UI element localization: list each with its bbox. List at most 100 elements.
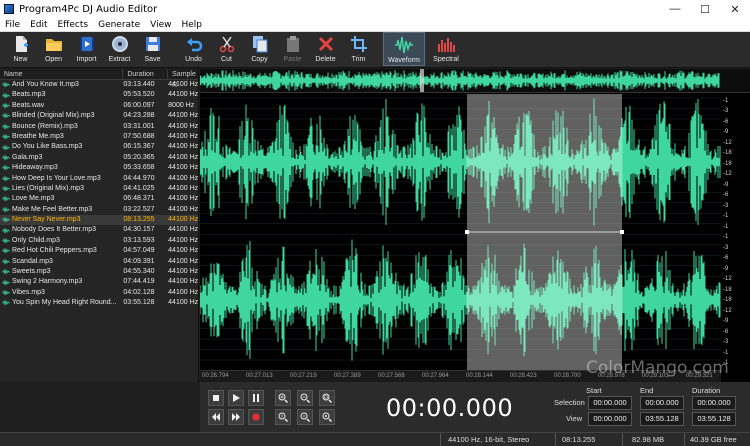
scale-tick-label: -9 xyxy=(723,318,729,325)
file-name-cell: Love Me.mp3 xyxy=(0,194,123,204)
zoom-selection-button[interactable] xyxy=(319,409,335,425)
file-name-cell: Breathe Me.mp3 xyxy=(0,132,123,142)
file-row[interactable]: You Spin My Head Right Round... 03:55.128… xyxy=(0,298,198,308)
file-duration-cell: 04:44.970 xyxy=(123,174,155,182)
stop-button[interactable] xyxy=(208,390,224,406)
waveform-view[interactable]: -1 -3 -6 -9 -12 -18 -18 -12 -9 -6 -3 -1 -1 -1 -3 -6 -9 -1… xyxy=(200,69,750,382)
zoom-in-horizontal-button[interactable] xyxy=(275,390,291,406)
menu-help[interactable]: Help xyxy=(177,20,208,30)
file-row[interactable]: Never Say Never.mp3 08:13.255 44100 Hz xyxy=(0,215,198,226)
file-row[interactable]: Do You Like Bass.mp3 06:15.367 44100 Hz xyxy=(0,142,198,152)
scale-tick-label: -6 xyxy=(723,118,729,125)
view-start-field[interactable]: 00:00.000 xyxy=(588,412,632,426)
extract-button[interactable]: Extract xyxy=(103,32,136,66)
column-name-header[interactable]: Name xyxy=(0,69,124,79)
zoom-in-vertical-button[interactable] xyxy=(275,409,291,425)
import-button[interactable]: Import xyxy=(70,32,103,66)
waveform-view-button[interactable]: Waveform xyxy=(383,32,425,66)
file-row[interactable]: Vibes.mp3 04:02.128 44100 Hz xyxy=(0,288,198,298)
overview-waveform[interactable] xyxy=(200,69,750,93)
file-duration-cell: 05:20.365 xyxy=(123,153,155,161)
main-waveform[interactable] xyxy=(200,94,721,370)
file-duration-cell: 04:02.128 xyxy=(123,288,155,296)
file-row[interactable]: Bounce (Remix).mp3 03:31.001 44100 Hz xyxy=(0,122,198,132)
rewind-button[interactable] xyxy=(208,409,224,425)
zoom-out-vertical-button[interactable] xyxy=(297,409,313,425)
duration-column-label: Duration xyxy=(692,386,721,395)
close-button[interactable]: ✕ xyxy=(720,0,750,18)
zoom-out-horizontal-button[interactable] xyxy=(297,390,313,406)
view-duration-field[interactable]: 03:55.128 xyxy=(692,412,736,426)
delete-button[interactable]: Delete xyxy=(309,32,342,66)
column-duration-header[interactable]: Duration xyxy=(123,69,169,79)
open-button[interactable]: Open xyxy=(37,32,70,66)
audio-file-icon xyxy=(2,217,10,223)
file-row[interactable]: Hideaway.mp3 05:33.658 44100 Hz xyxy=(0,163,198,173)
file-size-status: 82.98 MB xyxy=(632,435,665,444)
record-button[interactable] xyxy=(248,409,264,425)
selection-end-field[interactable]: 00:00.000 xyxy=(640,396,684,410)
maximize-button[interactable]: ☐ xyxy=(690,0,720,18)
save-button[interactable]: Save xyxy=(136,32,169,66)
menu-generate[interactable]: Generate xyxy=(93,20,145,30)
file-row[interactable]: Blinded (Original Mix).mp3 04:23.288 44100… xyxy=(0,111,198,121)
spectral-view-button[interactable]: Spectral xyxy=(425,32,467,66)
audio-file-icon xyxy=(2,238,10,244)
file-row[interactable]: Sweets.mp3 04:55.340 44100 Hz xyxy=(0,267,198,277)
menu-view[interactable]: View xyxy=(145,20,176,30)
time-ruler[interactable]: 00:26.794 00:27.013 00:27.219 00:27.389 00:2… xyxy=(200,370,721,382)
play-button[interactable] xyxy=(228,390,244,406)
zoom-fit-icon xyxy=(322,393,332,403)
copy-button[interactable]: Copy xyxy=(243,32,276,66)
file-duration-cell: 06:15.367 xyxy=(123,143,155,151)
file-row[interactable]: Gala.mp3 05:20.365 44100 Hz xyxy=(0,153,198,163)
selection-duration-field[interactable]: 00:00.000 xyxy=(692,396,736,410)
cut-button[interactable]: Cut xyxy=(210,32,243,66)
file-sample-rate-cell: 44100 Hz xyxy=(168,247,198,255)
menu-file[interactable]: File xyxy=(0,20,25,30)
new-button[interactable]: New xyxy=(4,32,37,66)
file-duration-cell: 04:23.288 xyxy=(123,112,155,120)
file-row[interactable]: How Deep Is Your Love.mp3 04:44.970 44100 … xyxy=(0,174,198,184)
scale-tick-label: -1 xyxy=(723,234,729,241)
file-row[interactable]: Breathe Me.mp3 07:50.688 44100 Hz xyxy=(0,132,198,142)
menu-edit[interactable]: Edit xyxy=(25,20,52,30)
file-sample-rate-cell: 44100 Hz xyxy=(168,195,198,203)
minimize-button[interactable]: — xyxy=(660,0,690,18)
zoom-in-vertical-icon xyxy=(278,412,288,422)
file-row[interactable]: Nobody Does It Better.mp3 04:30.157 44100 … xyxy=(0,225,198,235)
file-duration-cell: 03:13.440 xyxy=(123,81,155,88)
selection-start-field[interactable]: 00:00.000 xyxy=(588,396,632,410)
file-row[interactable]: Scandal.mp3 04:09.391 44100 Hz xyxy=(0,257,198,267)
zoom-full-button[interactable] xyxy=(319,390,335,406)
file-name-cell: Sweets.mp3 xyxy=(0,267,123,277)
file-row[interactable]: And You Know It.mp3 03:13.440 44100 Hz xyxy=(0,80,198,90)
file-row[interactable]: Red Hot Chili Peppers.mp3 04:57.049 44100 … xyxy=(0,246,198,256)
scale-tick-label: -9 xyxy=(723,129,729,136)
trim-button[interactable]: Trim xyxy=(342,32,375,66)
undo-button[interactable]: Undo xyxy=(177,32,210,66)
zoom-selection-icon xyxy=(322,412,332,422)
menu-effects[interactable]: Effects xyxy=(53,20,94,30)
file-list-panel: Name Duration Sample R And You Know It.m… xyxy=(0,69,199,382)
scale-tick-label: -3 xyxy=(723,244,729,251)
view-end-field[interactable]: 03:55.128 xyxy=(640,412,684,426)
fast-forward-button[interactable] xyxy=(228,409,244,425)
scale-tick-label: -12 xyxy=(723,307,732,314)
file-row[interactable]: Beats.mp3 05:53.520 44100 Hz xyxy=(0,90,198,100)
column-sample-rate-header[interactable]: Sample R xyxy=(168,69,198,89)
pause-button[interactable] xyxy=(248,390,264,406)
file-row[interactable]: Make Me Feel Better.mp3 03:22.527 44100 Hz xyxy=(0,205,198,215)
file-sample-rate-cell: 44100 Hz xyxy=(168,268,198,276)
scale-tick-label: -3 xyxy=(723,202,729,209)
file-row[interactable]: Love Me.mp3 06:48.371 44100 Hz xyxy=(0,194,198,204)
scale-tick-label: -1 xyxy=(723,213,729,220)
file-duration-cell: 04:55.340 xyxy=(123,268,155,276)
file-row[interactable]: Lies (Original Mix).mp3 04:41.025 44100 Hz xyxy=(0,184,198,194)
paste-button[interactable]: Paste xyxy=(276,32,309,66)
file-row[interactable]: Only Child.mp3 03:13.593 44100 Hz xyxy=(0,236,198,246)
file-row[interactable]: Swing 2 Harmony.mp3 07:44.419 44100 Hz xyxy=(0,277,198,287)
file-duration-cell: 03:55.128 xyxy=(123,299,155,307)
file-row[interactable]: Beats.wav 06:00.097 8000 Hz xyxy=(0,101,198,111)
file-sample-rate-cell: 44100 Hz xyxy=(168,278,198,286)
